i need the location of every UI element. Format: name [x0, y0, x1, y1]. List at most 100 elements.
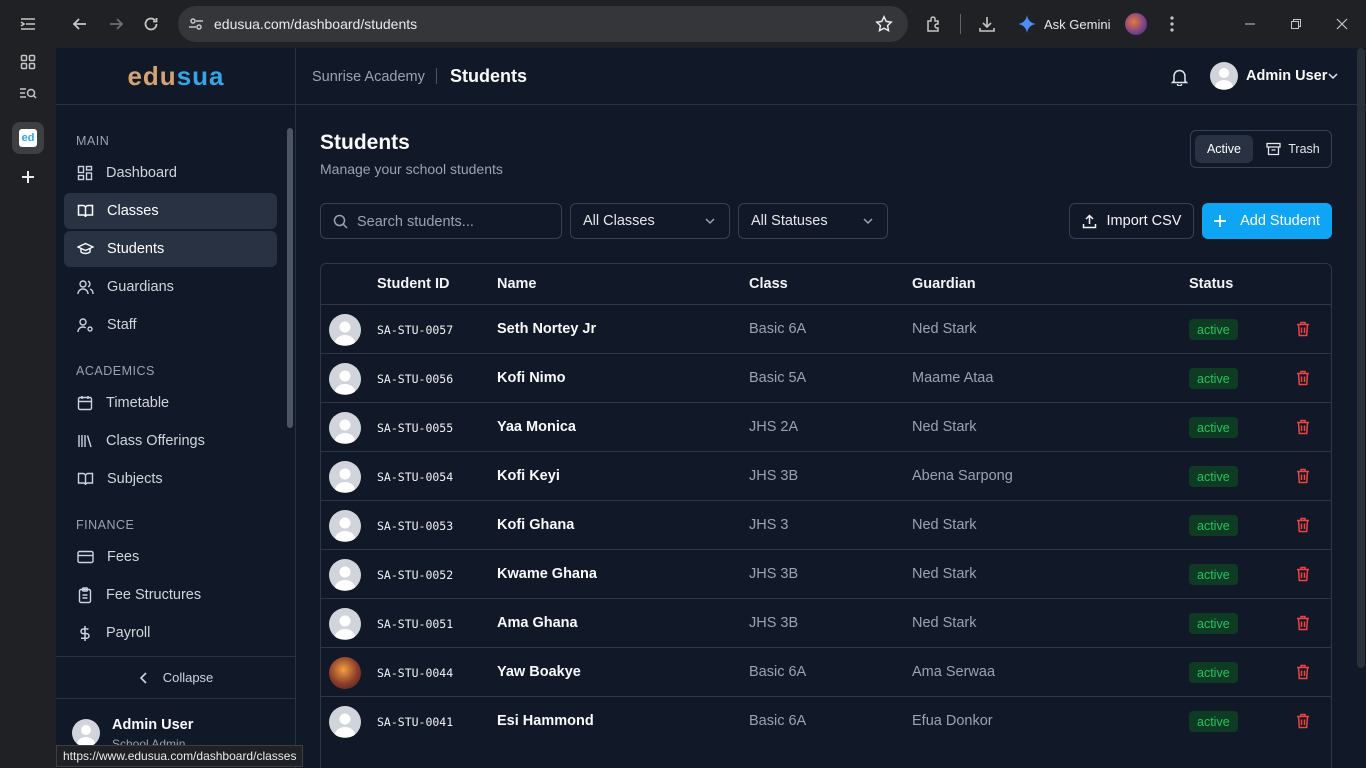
tab-edusua[interactable]: ed	[12, 122, 44, 154]
sidebar-item-payroll[interactable]: Payroll	[64, 615, 277, 651]
sidebar-item-fees[interactable]: Fees	[64, 539, 277, 575]
trash-icon[interactable]	[1296, 517, 1310, 533]
bookmark-star-icon[interactable]	[875, 15, 893, 33]
sidebar-item-subjects[interactable]: Subjects	[64, 461, 277, 497]
edusua-favicon: ed	[19, 129, 37, 147]
forward-button[interactable]	[100, 8, 132, 40]
table-row[interactable]: SA-STU-0054 Kofi Keyi JHS 3B Abena Sarpong a…	[321, 451, 1331, 500]
trash-icon[interactable]	[1296, 419, 1310, 435]
collapse-tabs-icon[interactable]	[12, 8, 44, 40]
address-bar[interactable]: edusua.com/dashboard/students	[178, 6, 908, 42]
student-name[interactable]: Ama Ghana	[497, 615, 578, 631]
table-row[interactable]: SA-STU-0051 Ama Ghana JHS 3B Ned Stark activ…	[321, 598, 1331, 647]
sidebar-item-fee-structures[interactable]: Fee Structures	[64, 577, 277, 613]
toggle-trash[interactable]: Trash	[1259, 135, 1327, 163]
sidebar-item-students[interactable]: Students	[64, 231, 277, 267]
class-filter-select[interactable]: All Classes	[570, 203, 730, 239]
student-photo	[329, 657, 361, 689]
sidebar-item-staff[interactable]: Staff	[64, 307, 277, 343]
student-name[interactable]: Esi Hammond	[497, 713, 594, 729]
chevron-down-icon[interactable]	[1328, 73, 1338, 80]
trash-icon[interactable]	[1296, 321, 1310, 337]
table-row[interactable]: SA-STU-0056 Kofi Nimo Basic 5A Maame Ataa ac…	[321, 353, 1331, 402]
library-icon	[78, 435, 92, 448]
chevron-down-icon	[863, 218, 873, 225]
header-class[interactable]: Class	[749, 276, 788, 292]
header-avatar[interactable]	[1210, 62, 1238, 90]
new-tab-button[interactable]	[12, 161, 44, 193]
brand-logo-edu: edu	[127, 60, 177, 91]
book-icon	[77, 472, 94, 486]
header-student-id[interactable]: Student ID	[377, 276, 450, 292]
student-name[interactable]: Yaw Boakye	[497, 664, 581, 680]
status-badge: active	[1189, 515, 1238, 536]
trash-icon[interactable]	[1296, 664, 1310, 680]
student-guardian: Ned Stark	[912, 517, 977, 533]
header-guardian[interactable]: Guardian	[912, 276, 976, 292]
search-tabs-icon[interactable]	[12, 77, 44, 109]
collapse-button[interactable]: Collapse	[56, 656, 296, 698]
minimize-window-icon[interactable]	[1234, 8, 1266, 40]
sidebar-item-label: Students	[107, 241, 165, 257]
toggle-active[interactable]: Active	[1195, 135, 1253, 163]
table-header: Student ID Name Class Guardian Status	[321, 264, 1331, 304]
breadcrumb-school[interactable]: Sunrise Academy	[312, 69, 425, 85]
table-row[interactable]: SA-STU-0041 Esi Hammond Basic 6A Efua Donko…	[321, 696, 1331, 745]
header-status[interactable]: Status	[1189, 276, 1233, 292]
trash-icon[interactable]	[1296, 615, 1310, 631]
avatar	[329, 363, 361, 395]
student-class: Basic 6A	[749, 664, 807, 680]
trash-icon[interactable]	[1296, 370, 1310, 386]
close-window-icon[interactable]	[1326, 8, 1358, 40]
trash-icon[interactable]	[1296, 468, 1310, 484]
breadcrumb-divider	[436, 68, 437, 84]
sidebar-item-class-offerings[interactable]: Class Offerings	[64, 423, 277, 459]
brand-logo[interactable]: edu sua	[56, 48, 296, 105]
table-row[interactable]: SA-STU-0057 Seth Nortey Jr Basic 6A Ned Sta…	[321, 304, 1331, 353]
toolbar-divider	[960, 14, 961, 34]
plus-icon	[1214, 215, 1227, 227]
header-name[interactable]: Name	[497, 276, 537, 292]
back-button[interactable]	[64, 8, 96, 40]
archive-icon	[1266, 142, 1281, 156]
status-filter-select[interactable]: All Statuses	[738, 203, 888, 239]
student-id: SA-STU-0041	[377, 715, 454, 729]
site-info-icon[interactable]	[188, 16, 204, 32]
restore-window-icon[interactable]	[1280, 8, 1312, 40]
ask-gemini-button[interactable]: Ask Gemini	[1018, 8, 1110, 40]
header-user-name[interactable]: Admin User	[1246, 68, 1327, 84]
add-student-button[interactable]: Add Student	[1202, 203, 1332, 239]
extensions-icon[interactable]	[918, 8, 950, 40]
sidebar-item-timetable[interactable]: Timetable	[64, 385, 277, 421]
table-row[interactable]: SA-STU-0055 Yaa Monica JHS 2A Ned Stark acti…	[321, 402, 1331, 451]
table-row[interactable]: SA-STU-0044 Yaw Boakye Basic 6A Ama Serwaa a…	[321, 647, 1331, 696]
book-open-icon	[77, 204, 94, 218]
profile-avatar[interactable]	[1125, 13, 1147, 35]
import-csv-label: Import CSV	[1106, 213, 1182, 229]
student-name[interactable]: Kofi Keyi	[497, 468, 560, 484]
sidebar-scrollbar[interactable]	[287, 128, 293, 428]
sidebar-item-classes[interactable]: Classes	[64, 193, 277, 229]
trash-icon[interactable]	[1296, 566, 1310, 582]
bell-icon[interactable]	[1171, 68, 1188, 86]
student-name[interactable]: Yaa Monica	[497, 419, 576, 435]
tab-groups-icon[interactable]	[12, 46, 44, 78]
student-name[interactable]: Seth Nortey Jr	[497, 321, 596, 337]
trash-icon[interactable]	[1296, 713, 1310, 729]
upload-icon	[1082, 213, 1096, 228]
student-name[interactable]: Kofi Ghana	[497, 517, 574, 533]
search-input[interactable]: Search students...	[320, 203, 562, 239]
sidebar-item-guardians[interactable]: Guardians	[64, 269, 277, 305]
page-scrollbar[interactable]	[1357, 48, 1365, 668]
student-name[interactable]: Kofi Nimo	[497, 370, 565, 386]
table-row[interactable]: SA-STU-0053 Kofi Ghana JHS 3 Ned Stark activ…	[321, 500, 1331, 549]
table-row[interactable]: SA-STU-0052 Kwame Ghana JHS 3B Ned Stark act…	[321, 549, 1331, 598]
avatar	[72, 719, 100, 747]
browser-menu-icon[interactable]	[1156, 8, 1188, 40]
section-main-label: MAIN	[76, 134, 110, 148]
import-csv-button[interactable]: Import CSV	[1069, 203, 1194, 239]
reload-button[interactable]	[135, 8, 167, 40]
sidebar-item-dashboard[interactable]: Dashboard	[64, 155, 277, 191]
download-icon[interactable]	[971, 8, 1003, 40]
student-name[interactable]: Kwame Ghana	[497, 566, 597, 582]
